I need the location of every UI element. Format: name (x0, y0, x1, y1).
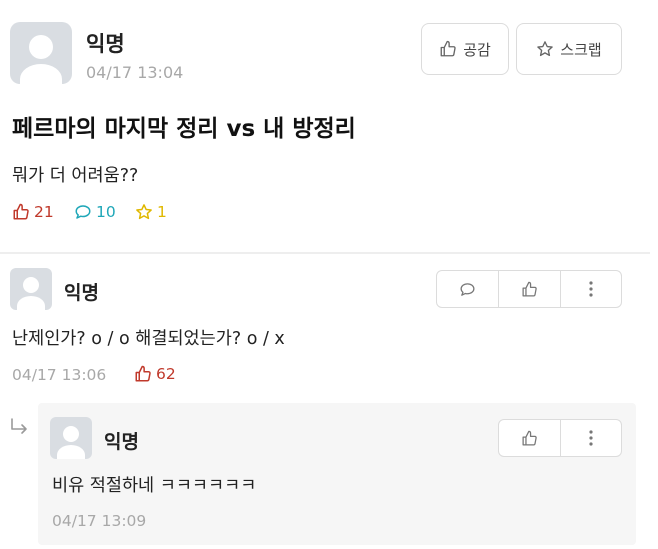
post-timestamp: 04/17 13:04 (86, 63, 184, 82)
post-comment-stat: 10 (74, 203, 116, 221)
thumbs-up-icon (522, 430, 537, 446)
like-button[interactable]: 공감 (421, 23, 509, 75)
star-icon (136, 204, 152, 220)
more-vertical-icon (589, 281, 593, 297)
comment-body: 난제인가? o / o 해결되었는가? o / x (12, 329, 285, 349)
comment-author-avatar (10, 268, 52, 310)
comment-like-count: 62 (156, 365, 176, 383)
speech-bubble-icon (75, 205, 91, 219)
reply-more-button[interactable] (559, 420, 621, 456)
thumbs-up-icon (440, 40, 456, 57)
post-scrap-stat: 1 (135, 203, 167, 221)
post-title: 페르마의 마지막 정리 vs 내 방정리 (12, 116, 356, 142)
comment-like-button[interactable] (498, 271, 559, 307)
post-author-name[interactable]: 익명 (86, 28, 125, 58)
post-comment-count: 10 (96, 203, 116, 221)
comment-timestamp: 04/17 13:06 (12, 366, 107, 384)
like-button-label: 공감 (463, 40, 491, 59)
scrap-button[interactable]: 스크랩 (516, 23, 622, 75)
more-vertical-icon (589, 430, 593, 446)
reply-actions (498, 419, 622, 457)
scrap-button-label: 스크랩 (560, 40, 602, 59)
comment-reply-button[interactable] (437, 271, 498, 307)
reply-like-button[interactable] (499, 420, 560, 456)
post-body: 뭐가 더 어려움?? (12, 166, 139, 186)
comment-actions (436, 270, 622, 308)
section-divider (0, 252, 650, 254)
reply-author-name[interactable]: 익명 (104, 427, 139, 454)
comment-author-name[interactable]: 익명 (64, 278, 99, 305)
thumbs-up-icon (13, 203, 29, 220)
post-like-stat: 21 (12, 203, 54, 221)
reply-author-avatar (50, 417, 92, 459)
thumbs-up-icon (135, 365, 151, 382)
reply-body: 비유 적절하네 ㅋㅋㅋㅋㅋㅋ (52, 476, 257, 496)
speech-bubble-icon (460, 282, 475, 296)
reply-timestamp: 04/17 13:09 (52, 512, 147, 530)
star-icon (537, 41, 554, 57)
reply-arrow-icon (11, 418, 27, 434)
post-scrap-count: 1 (157, 203, 167, 221)
thumbs-up-icon (522, 281, 537, 297)
comment-more-button[interactable] (559, 271, 621, 307)
post-author-avatar (10, 22, 72, 84)
comment-like-stat: 62 (134, 365, 176, 383)
post-like-count: 21 (34, 203, 54, 221)
